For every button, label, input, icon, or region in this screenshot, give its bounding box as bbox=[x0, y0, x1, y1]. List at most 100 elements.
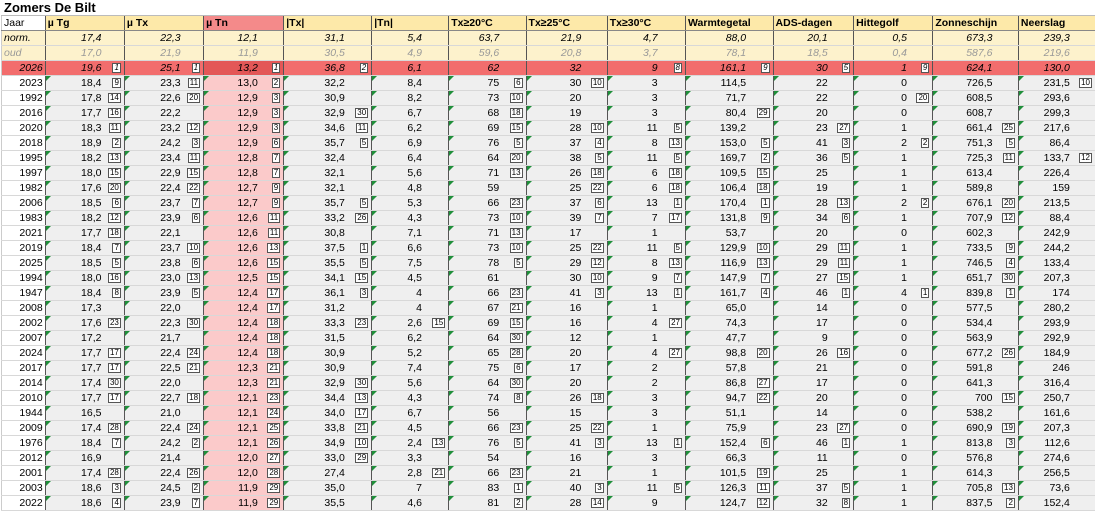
value-cell[interactable]: 41 bbox=[526, 286, 583, 301]
value-cell[interactable]: 12,4 bbox=[204, 346, 260, 361]
column-header[interactable]: Zonneschijn bbox=[933, 16, 1019, 31]
value-cell[interactable]: 34,9 bbox=[284, 436, 347, 451]
value-cell[interactable]: 12,9 bbox=[204, 106, 260, 121]
value-cell[interactable]: 690,9 bbox=[933, 421, 995, 436]
year-cell[interactable]: 2016 bbox=[2, 106, 46, 121]
value-cell[interactable]: 64 bbox=[449, 151, 501, 166]
value-cell[interactable]: 18,5 bbox=[45, 256, 103, 271]
year-cell[interactable]: 1947 bbox=[2, 286, 46, 301]
value-cell[interactable]: 12,6 bbox=[204, 256, 260, 271]
value-cell[interactable]: 22,3 bbox=[124, 31, 182, 46]
value-cell[interactable]: 12,0 bbox=[204, 466, 260, 481]
year-cell[interactable]: 1994 bbox=[2, 271, 46, 286]
value-cell[interactable]: 17 bbox=[773, 316, 830, 331]
value-cell[interactable]: 59 bbox=[449, 181, 501, 196]
value-cell[interactable]: 274,6 bbox=[1018, 451, 1071, 466]
value-cell[interactable]: 26 bbox=[526, 391, 583, 406]
value-cell[interactable]: 1 bbox=[607, 466, 659, 481]
value-cell[interactable]: 67 bbox=[449, 301, 501, 316]
value-cell[interactable]: 6,7 bbox=[372, 406, 424, 421]
value-cell[interactable]: 25 bbox=[526, 181, 583, 196]
column-header[interactable]: |Tx| bbox=[284, 16, 372, 31]
value-cell[interactable]: 17,3 bbox=[45, 301, 103, 316]
value-cell[interactable]: 12,1 bbox=[204, 421, 260, 436]
value-cell[interactable]: 20,8 bbox=[526, 46, 583, 61]
value-cell[interactable]: 66 bbox=[449, 466, 501, 481]
value-cell[interactable]: 534,4 bbox=[933, 316, 995, 331]
value-cell[interactable]: 6,2 bbox=[372, 121, 424, 136]
value-cell[interactable]: 0 bbox=[854, 301, 909, 316]
year-cell[interactable]: 2012 bbox=[2, 451, 46, 466]
value-cell[interactable]: 226,4 bbox=[1018, 166, 1071, 181]
value-cell[interactable]: 30,5 bbox=[284, 46, 347, 61]
year-cell[interactable]: 2018 bbox=[2, 136, 46, 151]
value-cell[interactable]: 161,1 bbox=[686, 61, 749, 76]
value-cell[interactable]: 4 bbox=[607, 316, 659, 331]
value-cell[interactable]: 86,8 bbox=[686, 376, 749, 391]
value-cell[interactable]: 106,4 bbox=[686, 181, 749, 196]
value-cell[interactable]: 26 bbox=[773, 346, 830, 361]
value-cell[interactable]: 7,1 bbox=[372, 226, 424, 241]
value-cell[interactable]: 608,5 bbox=[933, 91, 995, 106]
value-cell[interactable]: 676,1 bbox=[933, 196, 995, 211]
value-cell[interactable]: 18,4 bbox=[45, 286, 103, 301]
value-cell[interactable]: 26 bbox=[526, 166, 583, 181]
value-cell[interactable]: 71 bbox=[449, 166, 501, 181]
value-cell[interactable]: 6 bbox=[607, 181, 659, 196]
column-header[interactable]: Hittegolf bbox=[854, 16, 933, 31]
value-cell[interactable]: 17,6 bbox=[45, 181, 103, 196]
value-cell[interactable]: 12,1 bbox=[204, 391, 260, 406]
column-header[interactable]: Warmtegetal bbox=[686, 16, 774, 31]
value-cell[interactable]: 12,9 bbox=[204, 91, 260, 106]
year-cell[interactable]: 2001 bbox=[2, 466, 46, 481]
value-cell[interactable]: 2,8 bbox=[372, 466, 424, 481]
value-cell[interactable]: 36,8 bbox=[284, 61, 347, 76]
value-cell[interactable]: 11 bbox=[607, 481, 659, 496]
value-cell[interactable]: 641,3 bbox=[933, 376, 995, 391]
value-cell[interactable]: 1 bbox=[854, 241, 909, 256]
value-cell[interactable]: 64 bbox=[449, 376, 501, 391]
value-cell[interactable]: 5,4 bbox=[372, 31, 424, 46]
value-cell[interactable]: 6,2 bbox=[372, 331, 424, 346]
value-cell[interactable]: 4,3 bbox=[372, 211, 424, 226]
value-cell[interactable]: 30 bbox=[773, 61, 830, 76]
value-cell[interactable]: 16 bbox=[526, 451, 583, 466]
value-cell[interactable]: 18,2 bbox=[45, 211, 103, 226]
value-cell[interactable]: 8,4 bbox=[372, 76, 424, 91]
value-cell[interactable]: 7,5 bbox=[372, 256, 424, 271]
value-cell[interactable]: 6 bbox=[607, 166, 659, 181]
value-cell[interactable]: 17,7 bbox=[45, 361, 103, 376]
value-cell[interactable]: 59,6 bbox=[449, 46, 501, 61]
value-cell[interactable]: 126,3 bbox=[686, 481, 749, 496]
value-cell[interactable]: 75 bbox=[449, 76, 501, 91]
value-cell[interactable]: 153,0 bbox=[686, 136, 749, 151]
value-cell[interactable]: 12,9 bbox=[204, 136, 260, 151]
value-cell[interactable]: 18,2 bbox=[45, 151, 103, 166]
value-cell[interactable]: 4 bbox=[372, 301, 424, 316]
value-cell[interactable]: 219,6 bbox=[1018, 46, 1071, 61]
value-cell[interactable]: 25 bbox=[526, 241, 583, 256]
column-header[interactable]: Tx≥30°C bbox=[607, 16, 685, 31]
value-cell[interactable]: 27 bbox=[773, 271, 830, 286]
value-cell[interactable]: 12,6 bbox=[204, 226, 260, 241]
value-cell[interactable]: 75 bbox=[449, 361, 501, 376]
value-cell[interactable]: 30,9 bbox=[284, 361, 347, 376]
value-cell[interactable]: 4,6 bbox=[372, 496, 424, 511]
value-cell[interactable]: 705,8 bbox=[933, 481, 995, 496]
value-cell[interactable]: 76 bbox=[449, 136, 501, 151]
value-cell[interactable]: 589,8 bbox=[933, 181, 995, 196]
value-cell[interactable]: 9 bbox=[773, 331, 830, 346]
value-cell[interactable]: 15 bbox=[526, 406, 583, 421]
value-cell[interactable]: 16,5 bbox=[45, 406, 103, 421]
value-cell[interactable]: 37 bbox=[526, 196, 583, 211]
value-cell[interactable]: 293,9 bbox=[1018, 316, 1071, 331]
value-cell[interactable]: 4,8 bbox=[372, 181, 424, 196]
value-cell[interactable]: 19 bbox=[526, 106, 583, 121]
value-cell[interactable]: 12,4 bbox=[204, 331, 260, 346]
value-cell[interactable]: 29 bbox=[526, 256, 583, 271]
value-cell[interactable]: 152,4 bbox=[686, 436, 749, 451]
value-cell[interactable]: 9 bbox=[607, 271, 659, 286]
value-cell[interactable]: 23,9 bbox=[124, 211, 182, 226]
value-cell[interactable]: 68 bbox=[449, 106, 501, 121]
value-cell[interactable]: 19,6 bbox=[45, 61, 103, 76]
